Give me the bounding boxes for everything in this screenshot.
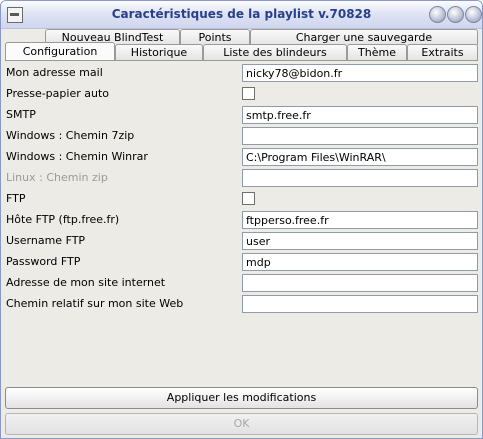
label-chemin-winrar: Windows : Chemin Winrar <box>6 150 148 163</box>
label-chemin-zip: Linux : Chemin zip <box>6 171 108 184</box>
ok-button[interactable]: OK <box>5 413 478 435</box>
minimize-icon[interactable] <box>429 6 446 23</box>
presse-papier-checkbox[interactable] <box>242 87 255 100</box>
label-hote-ftp: Hôte FTP (ftp.free.fr) <box>6 213 120 226</box>
chemin-relatif-field[interactable] <box>242 295 478 313</box>
playlist-settings-window: Caractéristiques de la playlist v.70828 … <box>0 0 483 439</box>
tab-points[interactable]: Points <box>180 29 250 45</box>
label-smtp: SMTP <box>6 108 36 121</box>
label-adresse-site: Adresse de mon site internet <box>6 276 166 289</box>
window-title: Caractéristiques de la playlist v.70828 <box>111 7 372 21</box>
username-ftp-field[interactable] <box>242 232 478 250</box>
tab-extraits[interactable]: Extraits <box>407 44 478 60</box>
tab-configuration[interactable]: Configuration <box>5 42 115 61</box>
label-ftp: FTP <box>6 192 26 205</box>
tab-liste-blindeurs[interactable]: Liste des blindeurs <box>203 44 347 60</box>
apply-button[interactable]: Appliquer les modifications <box>5 387 478 409</box>
ftp-checkbox[interactable] <box>242 192 255 205</box>
tab-charger-sauvegarde[interactable]: Charger une sauvegarde <box>250 29 478 45</box>
chemin-winrar-field[interactable] <box>242 148 478 166</box>
maximize-icon[interactable] <box>447 6 464 23</box>
label-password-ftp: Password FTP <box>6 255 81 268</box>
configuration-panel: Mon adresse mail Presse-papier auto SMTP… <box>3 61 480 408</box>
close-icon[interactable] <box>465 6 482 23</box>
label-mon-adresse-mail: Mon adresse mail <box>6 66 103 79</box>
hote-ftp-field[interactable] <box>242 211 478 229</box>
adresse-site-field[interactable] <box>242 274 478 292</box>
smtp-field[interactable] <box>242 106 478 124</box>
chemin-7zip-field[interactable] <box>242 127 478 145</box>
email-field[interactable] <box>242 64 478 82</box>
title-bar[interactable]: Caractéristiques de la playlist v.70828 <box>1 1 482 29</box>
label-chemin-relatif: Chemin relatif sur mon site Web <box>6 297 184 310</box>
label-presse-papier-auto: Presse-papier auto <box>6 87 109 100</box>
chemin-zip-field[interactable] <box>242 169 478 187</box>
password-ftp-field[interactable] <box>242 253 478 271</box>
tab-theme[interactable]: Thème <box>347 44 407 60</box>
tab-historique[interactable]: Historique <box>115 44 203 60</box>
label-username-ftp: Username FTP <box>6 234 86 247</box>
label-chemin-7zip: Windows : Chemin 7zip <box>6 129 135 142</box>
